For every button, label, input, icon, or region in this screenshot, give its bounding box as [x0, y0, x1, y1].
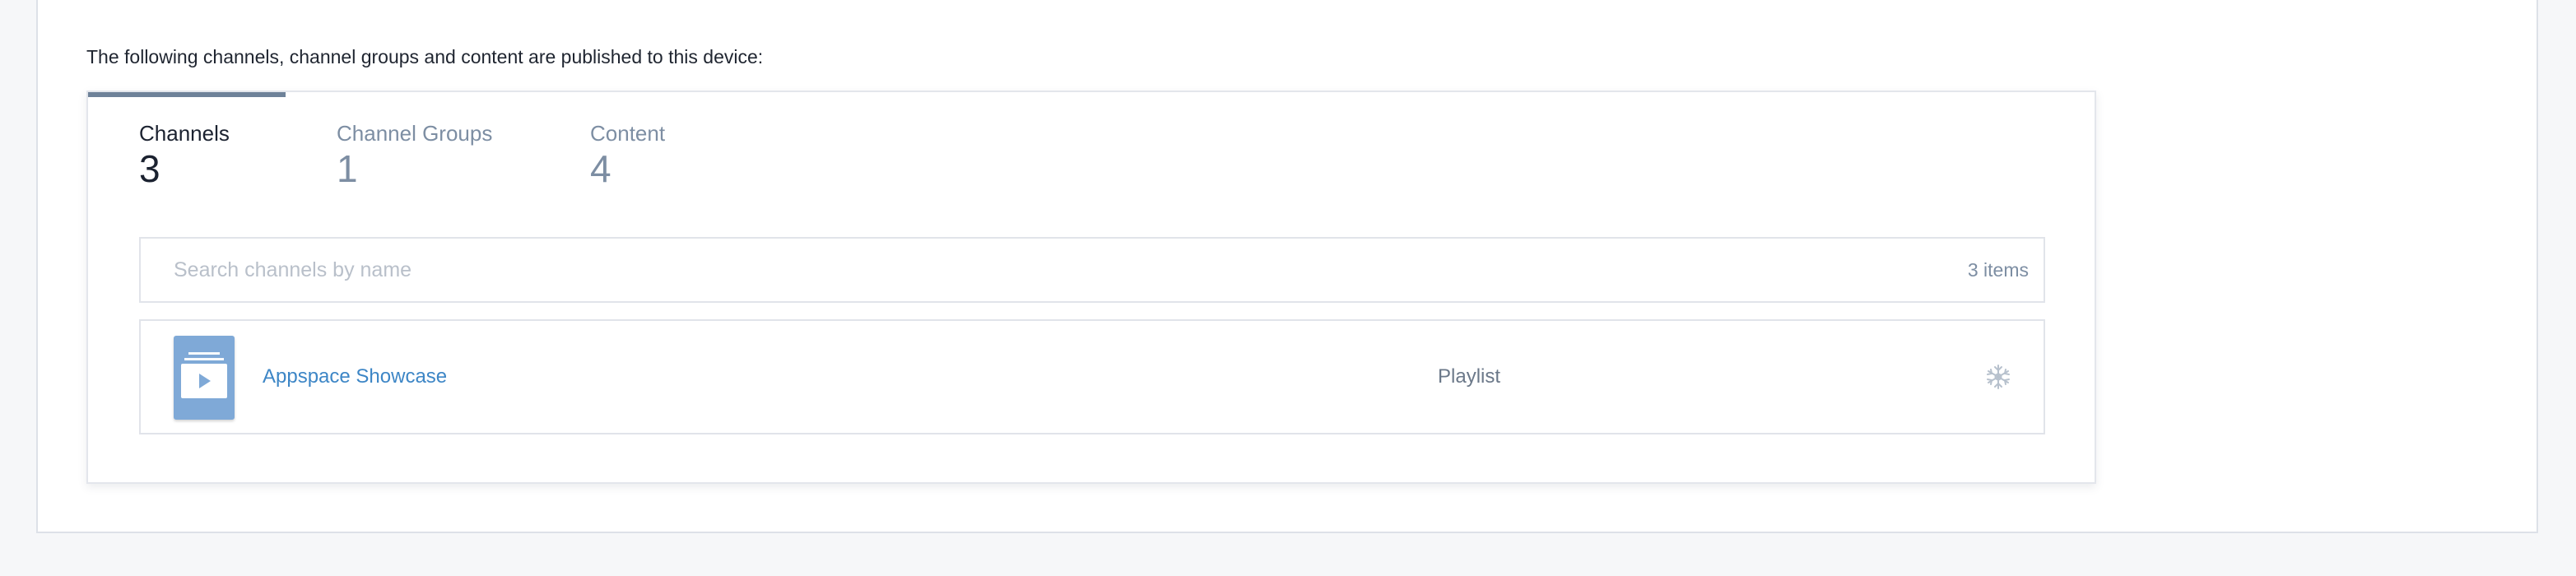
channel-name-link[interactable]: Appspace Showcase — [263, 321, 447, 433]
tab-channels[interactable]: Channels 3 — [139, 120, 230, 189]
published-items-card: Channels 3 Channel Groups 1 Content 4 3 … — [86, 91, 2096, 484]
item-count-label: 3 items — [1967, 259, 2029, 281]
active-tab-indicator — [88, 92, 286, 97]
publishing-intro-text: The following channels, channel groups a… — [86, 46, 764, 67]
play-icon — [181, 352, 227, 398]
channel-type-label: Playlist — [1438, 365, 1501, 388]
tab-channel-groups-count: 1 — [337, 147, 358, 190]
tab-content[interactable]: Content 4 — [590, 120, 665, 189]
snowflake-icon[interactable] — [1984, 363, 2012, 391]
tab-channels-label: Channels — [139, 121, 230, 146]
channel-thumbnail — [174, 336, 235, 420]
tab-channel-groups-label: Channel Groups — [337, 121, 493, 146]
tab-channel-groups[interactable]: Channel Groups 1 — [337, 120, 492, 189]
tab-content-label: Content — [590, 121, 666, 146]
channel-row[interactable]: Appspace Showcase Playlist — [139, 319, 2045, 434]
tab-channels-count: 3 — [139, 147, 160, 190]
tab-content-count: 4 — [590, 147, 611, 190]
channel-search-box: 3 items — [139, 237, 2045, 303]
channel-search-input[interactable] — [174, 239, 1902, 301]
